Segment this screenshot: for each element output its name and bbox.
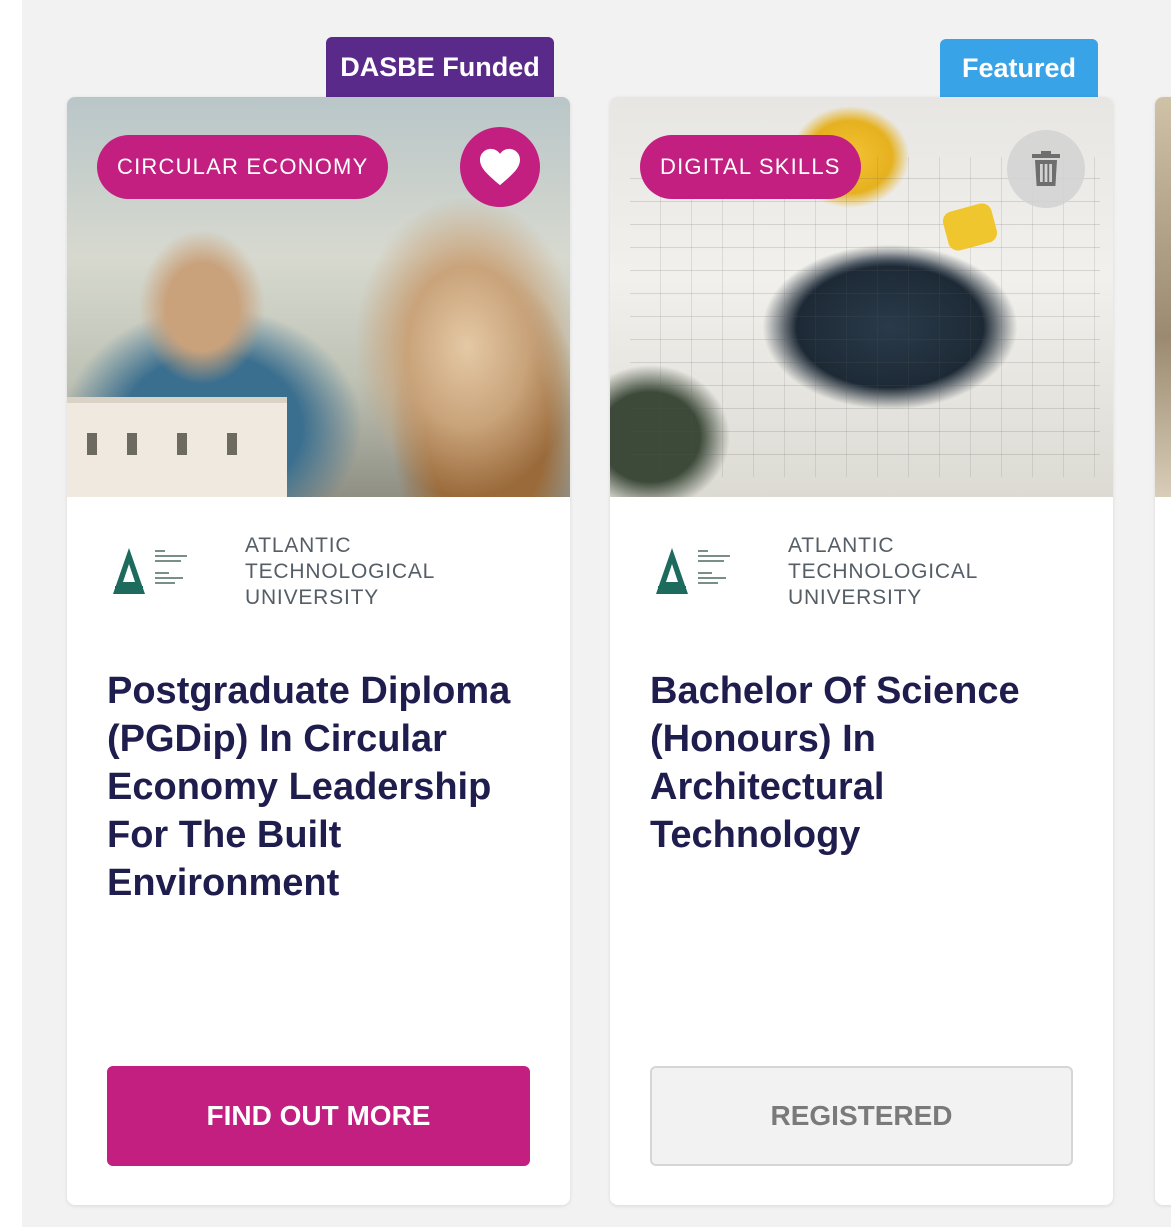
course-listing: DASBE Funded CIRCULAR ECONOMY ATLANTIC T… [22, 0, 1171, 1227]
course-title[interactable]: Bachelor Of Science (Honours) In Archite… [650, 667, 1070, 859]
find-out-more-button[interactable]: FIND OUT MORE [107, 1066, 530, 1166]
blueprint-illustration [630, 157, 1100, 477]
course-card[interactable]: CIRCULAR ECONOMY ATLANTIC TECHNOLOGICAL … [67, 97, 570, 1205]
course-title[interactable]: Postgraduate Diploma (PGDip) In Circular… [107, 667, 527, 907]
featured-ribbon: Featured [940, 39, 1098, 97]
category-tag[interactable]: DIGITAL SKILLS [640, 135, 861, 199]
atu-logo-icon [656, 548, 730, 594]
atu-logo-icon [113, 548, 187, 594]
model-house-illustration [67, 397, 287, 497]
course-image[interactable]: DIGITAL SKILLS [610, 97, 1113, 497]
registered-button[interactable]: REGISTERED [650, 1066, 1073, 1166]
course-image[interactable]: CIRCULAR ECONOMY [67, 97, 570, 497]
heart-icon [480, 148, 520, 186]
provider-name: ATLANTIC TECHNOLOGICAL UNIVERSITY [245, 534, 436, 609]
course-image [1155, 97, 1171, 497]
category-tag[interactable]: CIRCULAR ECONOMY [97, 135, 389, 199]
favourite-button[interactable] [460, 127, 540, 207]
provider-name: ATLANTIC TECHNOLOGICAL UNIVERSITY [788, 534, 979, 609]
course-card-partial[interactable] [1155, 97, 1171, 1205]
trash-icon [1032, 151, 1060, 186]
remove-button[interactable] [1007, 130, 1085, 208]
provider-block: ATLANTIC TECHNOLOGICAL UNIVERSITY [650, 527, 1090, 617]
funding-ribbon: DASBE Funded [326, 37, 554, 97]
course-card[interactable]: DIGITAL SKILLS ATLANTIC TECHNOLOGICAL UN… [610, 97, 1113, 1205]
provider-block: ATLANTIC TECHNOLOGICAL UNIVERSITY [107, 527, 547, 617]
